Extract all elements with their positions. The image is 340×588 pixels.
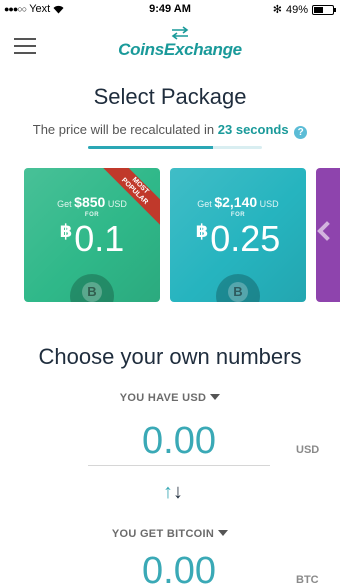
package-usd-currency: USD: [107, 199, 127, 209]
exchange-arrows-icon: [171, 26, 189, 40]
package-btc-value: ฿0.25: [170, 218, 306, 260]
get-currency-label: YOU GET BITCOIN: [111, 528, 215, 540]
have-currency-label: YOU HAVE USD: [119, 392, 207, 404]
bitcoin-sign-icon: ฿: [195, 221, 209, 241]
caret-down-icon: [210, 394, 221, 400]
package-btc-amount: 0.1: [74, 218, 125, 259]
package-get-line: Get $850 USD: [24, 194, 160, 210]
have-currency-selector[interactable]: YOU HAVE USD: [0, 392, 340, 404]
package-usd-amount: $2,140: [214, 194, 258, 210]
help-icon[interactable]: ?: [294, 126, 308, 139]
arrow-down-icon: ↓: [173, 481, 183, 503]
page-title: Select Package: [93, 84, 247, 109]
btc-amount-input[interactable]: 0.00: [88, 550, 270, 588]
app-header: CoinsExchange: [0, 22, 340, 66]
package-card-2[interactable]: Get $2,140 USD FOR ฿0.25 B: [170, 168, 306, 302]
recalc-progress-fill: [88, 146, 214, 149]
recalc-notice: The price will be recalculated in 23 sec…: [0, 122, 340, 139]
package-get-text: Get: [197, 199, 212, 209]
package-get-text: Get: [57, 199, 72, 209]
bitcoin-sign-icon: ฿: [59, 221, 73, 241]
package-get-line: Get $2,140 USD: [170, 194, 306, 210]
battery-fill: [314, 6, 323, 13]
status-right: ✻ 49%: [272, 3, 336, 16]
package-carousel[interactable]: MOST POPULAR Get $850 USD FOR ฿0.1 B Get…: [0, 168, 340, 302]
package-card-3-partial[interactable]: [316, 168, 340, 302]
recalc-text: The price will be recalculated in: [32, 122, 215, 137]
swap-currencies-button[interactable]: ↑↓: [158, 478, 188, 506]
recalc-seconds: 23 seconds: [217, 122, 289, 137]
usd-amount-input[interactable]: 0.00: [88, 420, 270, 466]
package-btc-value: ฿0.1: [24, 218, 160, 260]
logo-text: CoinsExchange: [110, 40, 250, 60]
hamburger-menu-icon[interactable]: [14, 38, 36, 54]
own-numbers-title: Choose your own numbers: [38, 344, 302, 369]
bluetooth-icon: ✻: [272, 4, 282, 16]
recalc-progress-bar: [88, 146, 262, 149]
usd-unit-label: USD: [296, 444, 320, 456]
logo-word-exchange: Exchange: [163, 40, 242, 59]
chevron-left-icon: [317, 221, 337, 241]
battery-icon: [312, 4, 336, 15]
status-bar: ●●●○○ Yext 9:49 AM ✻ 49%: [0, 0, 340, 20]
logo-word-coins: Coins: [118, 40, 164, 59]
battery-percent: 49%: [285, 3, 308, 16]
caret-down-icon: [218, 530, 229, 536]
package-usd-amount: $850: [74, 194, 106, 210]
package-usd-currency: USD: [259, 199, 279, 209]
package-btc-amount: 0.25: [210, 218, 281, 259]
get-currency-selector[interactable]: YOU GET BITCOIN: [0, 528, 340, 540]
btc-unit-label: BTC: [296, 574, 319, 586]
app-logo: CoinsExchange: [110, 26, 250, 66]
arrow-up-icon: ↑: [163, 481, 173, 503]
package-card-1[interactable]: MOST POPULAR Get $850 USD FOR ฿0.1 B: [24, 168, 160, 302]
